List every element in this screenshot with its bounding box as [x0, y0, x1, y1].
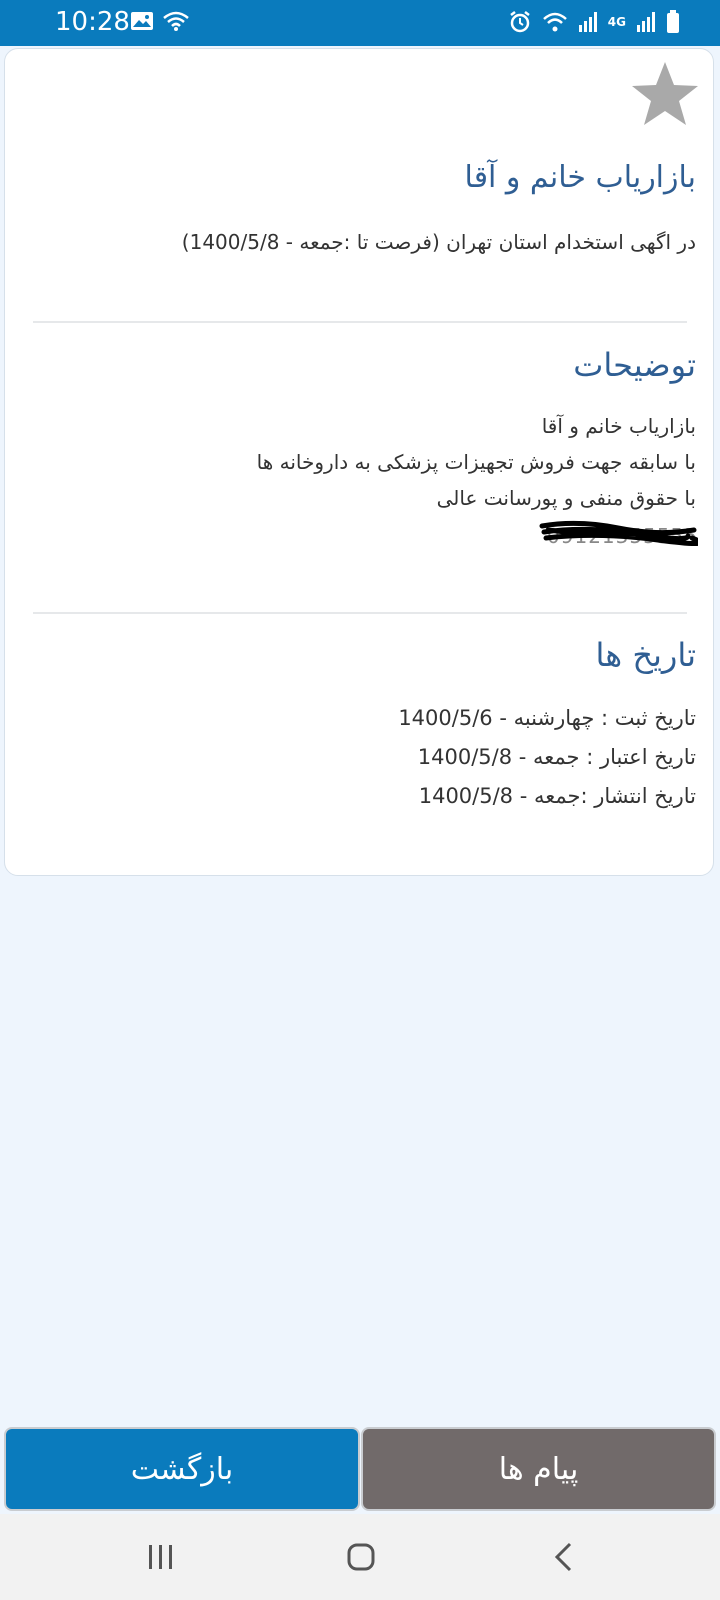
divider [33, 612, 687, 614]
image-icon [130, 11, 154, 31]
dates-heading: تاریخ ها [595, 636, 696, 674]
description-line: بازاریاب خانم و آقا [541, 414, 696, 438]
date-line-registered: تاریخ ثبت : چهارشنبه - 1400/5/6 [398, 706, 696, 730]
recent-apps-icon[interactable] [146, 1542, 176, 1576]
signal-icon [636, 11, 656, 33]
description-heading: توضیحات [573, 346, 696, 384]
divider [33, 321, 687, 323]
wifi-icon [542, 11, 568, 33]
phone-number-redacted: 09121355555 [538, 518, 698, 552]
status-bar: 10:28 4G [0, 0, 720, 46]
system-navigation-bar [0, 1514, 720, 1600]
description-line: با سابقه جهت فروش تجهیزات پزشکی به داروخ… [256, 450, 696, 474]
back-button[interactable]: بازگشت [4, 1427, 360, 1511]
date-line-validity: تاریخ اعتبار : جمعه - 1400/5/8 [417, 745, 696, 769]
alarm-icon [508, 10, 532, 34]
ad-subtitle: در اگهی استخدام استان تهران (فرصت تا :جم… [181, 230, 696, 254]
clock: 10:28 [55, 7, 130, 37]
battery-icon [666, 10, 680, 34]
wifi-icon [162, 10, 190, 32]
4g-icon: 4G [607, 15, 626, 29]
date-line-published: تاریخ انتشار :جمعه - 1400/5/8 [418, 784, 696, 808]
signal-icon [578, 11, 598, 33]
ad-title: بازاریاب خانم و آقا [464, 160, 696, 195]
redaction-scribble [539, 520, 698, 547]
description-line: با حقوق منفی و پورسانت عالی [436, 486, 696, 510]
messages-button[interactable]: پیام ها [361, 1427, 716, 1511]
home-icon[interactable] [346, 1542, 376, 1576]
back-icon[interactable] [552, 1542, 576, 1576]
favorite-star-icon[interactable] [630, 60, 700, 132]
